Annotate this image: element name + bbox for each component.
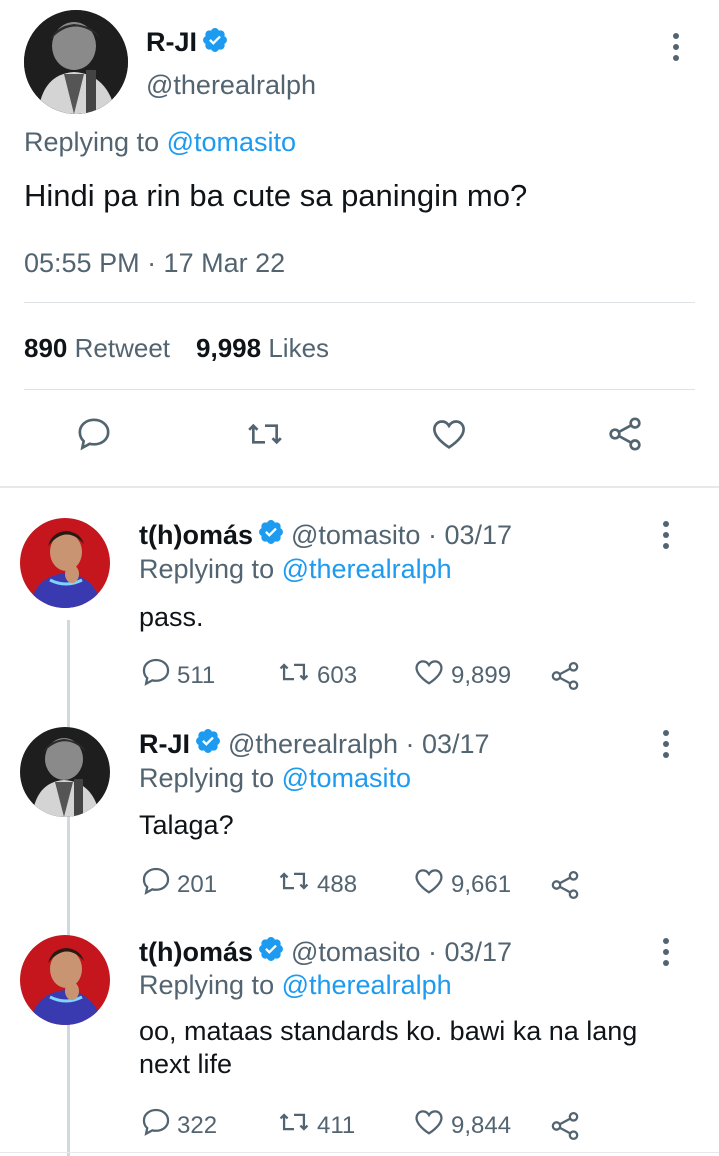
like-icon: [411, 864, 451, 905]
author-name[interactable]: R-JI: [146, 27, 197, 58]
replying-to-link[interactable]: @therealralph: [282, 970, 452, 1000]
retweet-label: Retweet: [74, 333, 171, 363]
verified-badge-icon: [194, 727, 222, 762]
tweet-actions: 322 411 9,844: [139, 1105, 587, 1146]
share-icon[interactable]: [547, 1109, 587, 1143]
main-tweet: R-JI @therealralph Replying to @tomasito…: [0, 0, 719, 487]
tweet-timestamp[interactable]: 05:55 PM · 17 Mar 22: [24, 248, 285, 279]
reply-icon: [139, 864, 177, 905]
avatar[interactable]: [20, 518, 110, 608]
verified-badge-icon: [257, 935, 285, 970]
retweet-count: 890: [24, 333, 68, 363]
author-handle-date[interactable]: @therealralph · 03/17: [228, 729, 490, 760]
reply-count: 322: [177, 1111, 218, 1139]
replying-to: Replying to @tomasito: [139, 763, 411, 794]
retweet-icon[interactable]: [244, 414, 286, 462]
retweet-count: 603: [317, 661, 358, 689]
section-divider: [0, 486, 719, 488]
reply-count: 201: [177, 870, 218, 898]
tweet-actions: 511 603 9,899: [139, 655, 587, 696]
avatar[interactable]: [20, 727, 110, 817]
divider: [0, 1152, 719, 1153]
author-name[interactable]: R-JI: [139, 729, 190, 760]
reply-icon: [139, 655, 177, 696]
retweet-count: 488: [317, 870, 358, 898]
divider: [24, 302, 695, 303]
like-icon: [411, 655, 451, 696]
replying-prefix: Replying to: [139, 554, 275, 584]
like-count: 9,998: [196, 333, 262, 363]
like-button[interactable]: 9,899: [411, 655, 547, 696]
divider: [24, 389, 695, 390]
verified-badge-icon: [201, 26, 229, 59]
avatar[interactable]: [24, 10, 128, 114]
retweet-button[interactable]: 411: [275, 1105, 411, 1146]
reply-button[interactable]: 511: [139, 655, 275, 696]
replying-prefix: Replying to: [139, 970, 275, 1000]
replying-prefix: Replying to: [139, 763, 275, 793]
author-name[interactable]: t(h)omás: [139, 937, 253, 968]
retweet-icon: [275, 864, 317, 905]
replying-to-link[interactable]: @therealralph: [282, 554, 452, 584]
like-stat[interactable]: 9,998 Likes: [196, 333, 329, 364]
more-options-icon[interactable]: [654, 727, 678, 761]
tweet-text: Hindi pa rin ba cute sa paningin mo?: [24, 178, 528, 213]
more-options-icon[interactable]: [654, 935, 678, 969]
retweet-icon: [275, 655, 317, 696]
reply-icon: [139, 1105, 177, 1146]
like-count: 9,661: [451, 870, 512, 898]
like-count: 9,899: [451, 661, 512, 689]
tweet-text: pass.: [139, 602, 204, 632]
replying-to: Replying to @therealralph: [139, 970, 452, 1001]
more-options-icon[interactable]: [654, 518, 678, 552]
tweet-text: Talaga?: [139, 810, 234, 840]
avatar[interactable]: [20, 935, 110, 1025]
like-icon: [411, 1105, 451, 1146]
verified-badge-icon: [257, 518, 285, 553]
retweet-stat[interactable]: 890 Retweet: [24, 333, 170, 364]
like-label: Likes: [268, 333, 330, 363]
reply-button[interactable]: 322: [139, 1105, 275, 1146]
replying-to: Replying to @therealralph: [139, 554, 452, 585]
tweet-text: oo, mataas standards ko. bawi ka na lang…: [139, 1016, 638, 1079]
replying-to-link[interactable]: @tomasito: [282, 763, 411, 793]
replying-to: Replying to @tomasito: [24, 127, 296, 158]
like-button[interactable]: 9,661: [411, 864, 547, 905]
replying-to-link[interactable]: @tomasito: [167, 127, 296, 157]
tweet-stats: 890 Retweet 9,998 Likes: [24, 333, 329, 364]
retweet-icon: [275, 1105, 317, 1146]
author-handle[interactable]: @therealralph: [146, 70, 316, 101]
tweet-actions: 201 488 9,661: [139, 864, 587, 905]
share-icon[interactable]: [547, 868, 587, 902]
reply-count: 511: [177, 661, 216, 689]
reply-icon[interactable]: [74, 414, 114, 462]
more-options-icon[interactable]: [664, 30, 688, 64]
retweet-count: 411: [317, 1111, 356, 1139]
author-handle-date[interactable]: @tomasito · 03/17: [291, 937, 512, 968]
like-button[interactable]: 9,844: [411, 1105, 547, 1146]
retweet-button[interactable]: 603: [275, 655, 411, 696]
thread-connector: [67, 620, 70, 1156]
retweet-button[interactable]: 488: [275, 864, 411, 905]
author-handle-date[interactable]: @tomasito · 03/17: [291, 520, 512, 551]
share-icon[interactable]: [547, 659, 587, 693]
share-icon[interactable]: [604, 414, 646, 462]
reply-button[interactable]: 201: [139, 864, 275, 905]
like-count: 9,844: [451, 1111, 512, 1139]
replying-prefix: Replying to: [24, 127, 160, 157]
author-name[interactable]: t(h)omás: [139, 520, 253, 551]
like-icon[interactable]: [428, 414, 470, 462]
